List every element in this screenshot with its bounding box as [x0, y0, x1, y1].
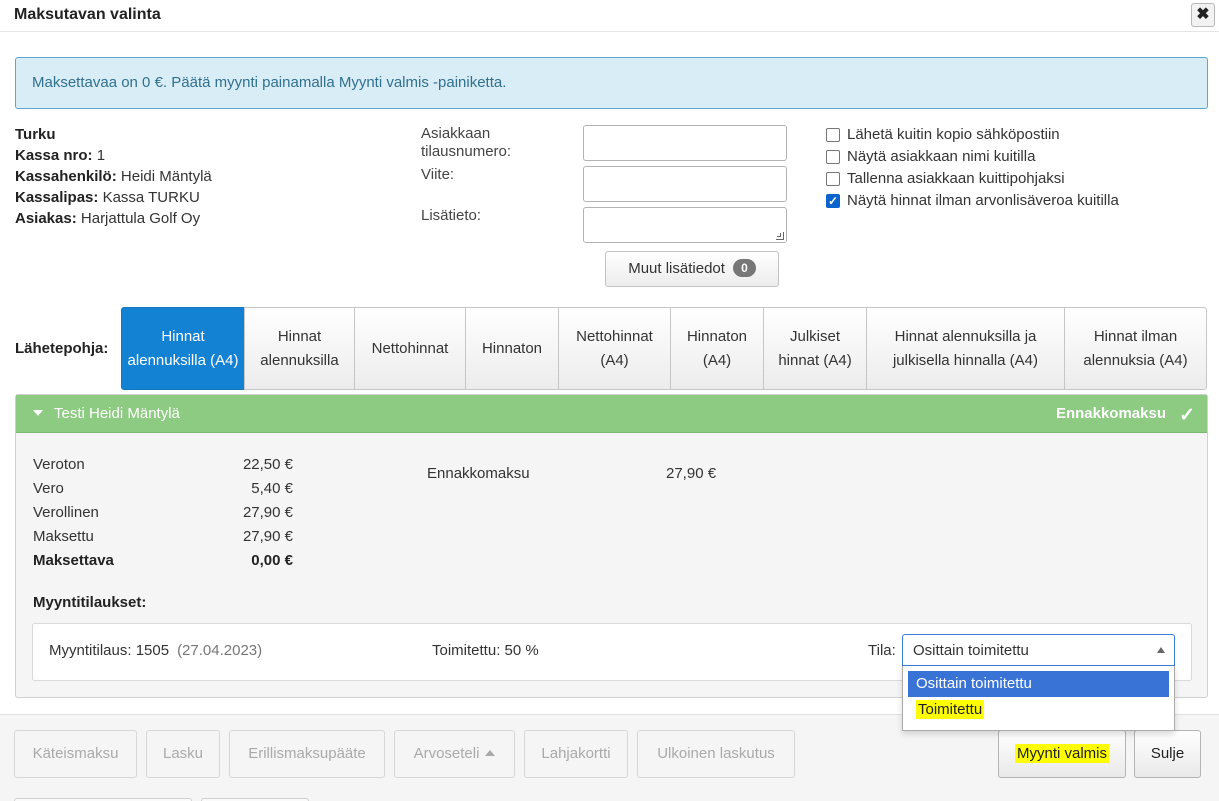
sum-row-due: Maksettava 0,00 € [33, 552, 293, 569]
invoice-button[interactable]: Lasku [146, 730, 220, 778]
payment-status: Ennakkomaksu [1055, 405, 1166, 422]
extra-info-label: Lisätieto: [421, 207, 482, 224]
order-number-label: Asiakkaan tilausnumero: [421, 125, 512, 160]
payer-name: Testi Heidi Mäntylä [54, 405, 180, 422]
option-partially-delivered[interactable]: Osittain toimitettu [908, 671, 1169, 697]
reference-label: Viite: [421, 166, 455, 183]
more-info-label: Muut lisätiedot [628, 260, 725, 277]
option-save-template[interactable]: Tallenna asiakkaan kuittipohjaksi [826, 168, 1119, 190]
tab-prices-discounts[interactable]: Hinnat alennuksilla [244, 307, 355, 390]
checkbox-checked-icon[interactable]: ✓ [826, 194, 840, 208]
external-billing-button[interactable]: Ulkoinen laskutus [637, 730, 795, 778]
order-number-input[interactable] [583, 125, 787, 161]
order-state-dropdown: Osittain toimitettu Toimitettu [902, 666, 1175, 731]
tab-no-discounts-a4[interactable]: Hinnat ilman alennuksia (A4) [1064, 307, 1207, 390]
caret-up-icon [485, 750, 496, 756]
advance-payment-value: 27,90 € [666, 465, 717, 482]
sale-meta: Turku Kassa nro: 1 Kassahenkilö: Heidi M… [15, 124, 212, 229]
close-button[interactable]: Sulje [1134, 730, 1201, 778]
option-prices-without-vat[interactable]: ✓ Näytä hinnat ilman arvonlisäveroa kuiti… [826, 190, 1119, 212]
gift-card-button[interactable]: Lahjakortti [524, 730, 628, 778]
extra-info-textarea[interactable] [583, 207, 787, 243]
tab-net-prices[interactable]: Nettohinnat [354, 307, 466, 390]
sales-order-id: Myyntitilaus: 1505 (27.04.2023) [49, 642, 263, 659]
finish-sale-button[interactable]: Myynti valmis [998, 730, 1126, 778]
payment-panel-header[interactable]: Testi Heidi Mäntylä Ennakkomaksu ✓ [16, 395, 1207, 433]
more-info-button[interactable]: Muut lisätiedot 0 [605, 251, 779, 287]
order-state-value: Osittain toimitettu [913, 642, 1029, 659]
info-alert: Maksettavaa on 0 €. Päätä myynti painama… [15, 57, 1208, 109]
checkbox-icon[interactable] [826, 150, 840, 164]
sum-row-paid: Maksettu 27,90 € [33, 528, 293, 545]
sales-orders-title: Myyntitilaukset: [33, 594, 147, 611]
cashbox-row: Kassalipas: Kassa TURKU [15, 189, 200, 206]
order-state-select[interactable]: Osittain toimitettu [902, 634, 1175, 666]
caret-down-icon[interactable] [33, 410, 43, 416]
option-show-customer-name[interactable]: Näytä asiakkaan nimi kuitilla [826, 146, 1119, 168]
voucher-button[interactable]: Arvoseteli [394, 730, 515, 778]
template-label: Lähetepohja: [15, 340, 109, 357]
register-row: Kassa nro: 1 [15, 147, 106, 164]
cash-payment-button[interactable]: Käteismaksu [14, 730, 137, 778]
dialog-titlebar: Maksutavan valinta ✖ [0, 0, 1219, 32]
more-info-count-badge: 0 [733, 259, 756, 277]
checkbox-icon[interactable] [826, 172, 840, 186]
caret-up-icon [1157, 647, 1165, 653]
template-tabs: Hinnat alennuksilla (A4) Hinnat alennuks… [121, 307, 1207, 390]
sums-table: Veroton 22,50 € Vero 5,40 € Verollinen 27,9… [33, 453, 293, 573]
tab-prices-discounts-a4[interactable]: Hinnat alennuksilla (A4) [121, 307, 245, 390]
customer-row: Asiakas: Harjattula Golf Oy [15, 210, 201, 227]
tab-no-prices[interactable]: Hinnaton [465, 307, 559, 390]
tab-no-prices-a4[interactable]: Hinnaton (A4) [670, 307, 764, 390]
sales-order-state-label: Tila: [868, 642, 896, 659]
tab-public-prices-a4[interactable]: Julkiset hinnat (A4) [763, 307, 867, 390]
close-icon[interactable]: ✖ [1191, 3, 1215, 27]
sum-row-tax: Vero 5,40 € [33, 480, 293, 497]
checkbox-icon[interactable] [826, 128, 840, 142]
sum-row-gross: Verollinen 27,90 € [33, 504, 293, 521]
dialog-title: Maksutavan valinta [14, 6, 161, 23]
checkmark-icon: ✓ [1179, 405, 1195, 426]
receipt-options: Lähetä kuitin kopio sähköpostiin Näytä a… [826, 124, 1119, 212]
location-name: Turku [15, 126, 56, 143]
sales-order-date: (27.04.2023) [177, 642, 263, 659]
tab-discount-public-a4[interactable]: Hinnat alennuksilla ja julkisella hinnal… [866, 307, 1065, 390]
cashier-row: Kassahenkilö: Heidi Mäntylä [15, 168, 212, 185]
resize-grip-icon[interactable] [776, 232, 784, 240]
option-email-copy[interactable]: Lähetä kuitin kopio sähköpostiin [826, 124, 1119, 146]
reference-input[interactable] [583, 166, 787, 202]
sum-row-net: Veroton 22,50 € [33, 456, 293, 473]
option-delivered[interactable]: Toimitettu [908, 697, 1169, 723]
advance-payment-label: Ennakkomaksu [427, 465, 530, 482]
separate-terminal-button[interactable]: Erillismaksupääte [229, 730, 385, 778]
tab-net-prices-a4[interactable]: Nettohinnat (A4) [558, 307, 671, 390]
sales-order-delivered: Toimitettu: 50 % [432, 642, 539, 659]
